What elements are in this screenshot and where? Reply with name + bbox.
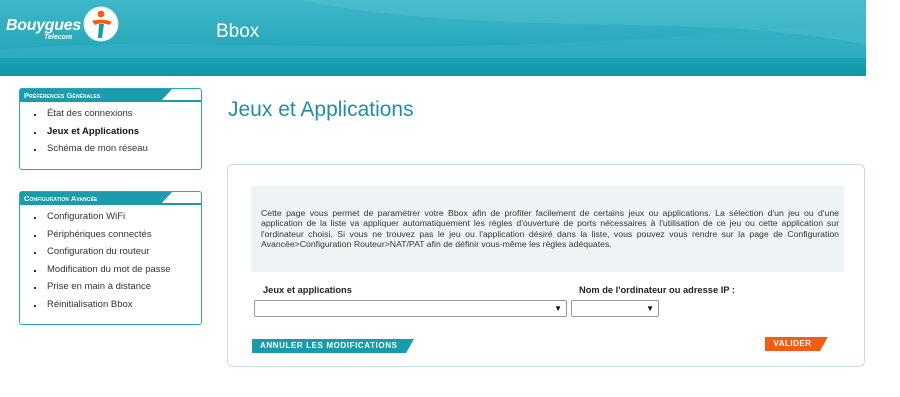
- bullet-icon: [34, 234, 36, 237]
- sidebar-item-label: Modification du mot de passe: [47, 263, 171, 275]
- bullet-icon: [34, 287, 36, 290]
- dropdown-arrow-icon: ▼: [646, 304, 654, 313]
- info-text: Cette page vous permet de paramétrer vot…: [261, 208, 839, 249]
- bullet-icon: [34, 269, 36, 272]
- sidebar-general-list: État des connexions Jeux et Applications…: [20, 102, 201, 164]
- info-box: Cette page vous permet de paramétrer vot…: [251, 186, 844, 272]
- sidebar-item-label: État des connexions: [47, 108, 133, 119]
- bullet-icon: [34, 304, 36, 307]
- sidebar-item-schema-reseau[interactable]: Schéma de mon réseau: [20, 140, 201, 158]
- sidebar-item-peripheriques[interactable]: Périphériques connectés: [20, 226, 201, 244]
- sidebar-advanced-configuration: Configuration Avancée Configuration WiFi…: [19, 191, 202, 325]
- sidebar-section-title: Préférences Générales: [20, 89, 172, 102]
- sidebar-item-label: Configuration du routeur: [47, 246, 150, 258]
- sidebar-section-header: Préférences Générales: [20, 89, 201, 102]
- computer-ip-label: Nom de l'ordinateur ou adresse IP :: [579, 285, 735, 295]
- dropdown-arrow-icon: ▼: [554, 304, 562, 313]
- bullet-icon: [34, 149, 36, 152]
- sidebar-item-prise-en-main[interactable]: Prise en main à distance: [20, 278, 201, 296]
- sidebar-item-label: Schéma de mon réseau: [47, 143, 148, 155]
- main-panel: Cette page vous permet de paramétrer vot…: [227, 164, 865, 367]
- sidebar-item-label: Configuration WiFi: [47, 211, 126, 222]
- page-title: Jeux et Applications: [228, 98, 414, 121]
- bouygues-logo-icon: [83, 6, 119, 42]
- sidebar-item-etat-connexions[interactable]: État des connexions: [20, 105, 201, 123]
- sidebar-item-config-routeur[interactable]: Configuration du routeur: [20, 243, 201, 261]
- sidebar-section-title: Configuration Avancée: [20, 192, 172, 205]
- sidebar-item-label: Prise en main à distance: [47, 281, 152, 293]
- games-select[interactable]: ▼: [254, 300, 567, 317]
- sidebar-section-header: Configuration Avancée: [20, 192, 201, 205]
- sidebar-item-jeux-applications[interactable]: Jeux et Applications: [20, 123, 201, 141]
- bullet-icon: [34, 252, 36, 255]
- brand-logo-subtext: Telecom: [44, 34, 73, 41]
- games-label: Jeux et applications: [263, 285, 352, 295]
- bullet-icon: [34, 114, 36, 116]
- sidebar-advanced-list: Configuration WiFi Périphériques connect…: [20, 205, 201, 320]
- app-title: Bbox: [216, 21, 260, 42]
- cancel-changes-button[interactable]: ANNULER LES MODIFICATIONS: [252, 339, 414, 353]
- computer-ip-select[interactable]: ▼: [571, 300, 659, 317]
- sidebar-item-reinitialisation[interactable]: Réinitialisation Bbox: [20, 296, 201, 314]
- sidebar-item-config-wifi[interactable]: Configuration WiFi: [20, 208, 201, 226]
- bullet-icon: [34, 217, 36, 219]
- bullet-icon: [34, 131, 36, 134]
- sidebar-item-label: Jeux et Applications: [47, 125, 140, 137]
- sidebar-general-preferences: Préférences Générales État des connexion…: [19, 88, 202, 170]
- validate-button[interactable]: VALIDER: [765, 337, 828, 351]
- header-banner: Bouygues Telecom Bbox: [0, 0, 866, 76]
- header-band: [0, 58, 866, 76]
- sidebar-item-label: Périphériques connectés: [47, 228, 152, 240]
- sidebar-item-label: Réinitialisation Bbox: [47, 298, 133, 310]
- sidebar-item-mot-de-passe[interactable]: Modification du mot de passe: [20, 261, 201, 279]
- brand-logo-text[interactable]: Bouygues: [6, 17, 81, 35]
